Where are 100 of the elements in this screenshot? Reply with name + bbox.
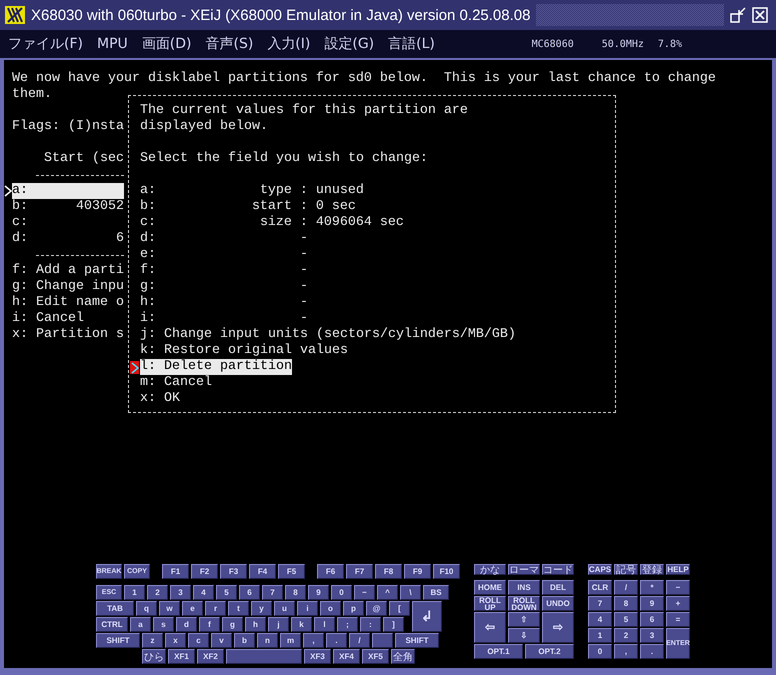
keyboard-key[interactable]: ⇨ — [542, 612, 574, 643]
keyboard-key[interactable]: OPT.1 — [474, 644, 523, 659]
partition-row[interactable]: d: 6 — [12, 231, 124, 247]
keyboard-key[interactable]: h — [245, 617, 266, 632]
keyboard-key[interactable]: . — [326, 633, 347, 648]
keyboard-key[interactable]: XF1 — [168, 649, 195, 664]
keyboard-key[interactable]: m — [280, 633, 301, 648]
field-key[interactable]: i: — [140, 311, 156, 327]
menu-option[interactable]: i: Cancel — [12, 311, 84, 327]
keyboard-key[interactable]: o — [320, 601, 341, 616]
keyboard-key[interactable]: ⇦ — [474, 612, 506, 643]
keyboard-key[interactable]: 2 — [614, 628, 638, 643]
keyboard-key[interactable]: F3 — [220, 564, 247, 579]
field-key[interactable]: g: — [140, 279, 156, 295]
partition-row[interactable]: b: 403052 — [12, 199, 124, 215]
keyboard-key[interactable]: ⇧ — [508, 612, 540, 627]
partition-row[interactable]: a: — [12, 183, 124, 199]
keyboard-key[interactable]: [ — [389, 601, 410, 616]
keyboard-key[interactable]: ] — [383, 617, 404, 632]
keyboard-key[interactable]: j — [268, 617, 289, 632]
keyboard-key[interactable]: F6 — [317, 564, 344, 579]
keyboard-key[interactable]: F2 — [191, 564, 218, 579]
keyboard-key[interactable]: F9 — [404, 564, 431, 579]
keyboard-key[interactable]: 6 — [640, 612, 664, 627]
keyboard-key[interactable]: n — [257, 633, 278, 648]
menu-option[interactable]: h: Edit name o — [12, 295, 124, 311]
menu-option[interactable]: g: Change inpu — [12, 279, 124, 295]
menu-option[interactable]: x: Partition s — [12, 327, 124, 343]
keyboard-key[interactable]: ROLL UP — [474, 596, 506, 611]
keyboard-key[interactable]: XF4 — [333, 649, 360, 664]
keyboard-key[interactable]: s — [153, 617, 174, 632]
keyboard-key[interactable]: CLR — [588, 580, 612, 595]
keyboard-key[interactable]: 8 — [614, 596, 638, 611]
keyboard-key[interactable]: 2 — [147, 585, 168, 600]
keyboard-key[interactable]: w — [159, 601, 180, 616]
keyboard-key[interactable]: XF3 — [304, 649, 331, 664]
menu-item[interactable]: 音声(S) — [205, 35, 254, 53]
keyboard-key[interactable]: v — [211, 633, 232, 648]
keyboard-key[interactable]: 登録 — [640, 564, 664, 575]
keyboard-key[interactable]: 9 — [308, 585, 329, 600]
dialog-option[interactable]: l: Delete partition — [140, 359, 292, 375]
keyboard-key[interactable]: HELP — [666, 564, 690, 575]
partition-row[interactable]: c: — [12, 215, 124, 231]
keyboard-key[interactable]: 3 — [170, 585, 191, 600]
keyboard-key[interactable]: BS — [423, 585, 449, 600]
keyboard-key[interactable]: b — [234, 633, 255, 648]
keyboard-key[interactable]: 5 — [614, 612, 638, 627]
dialog-option[interactable]: m: Cancel — [140, 375, 212, 391]
keyboard-key[interactable]: − — [666, 580, 690, 595]
keyboard-key[interactable]: 0 — [588, 644, 612, 659]
keyboard-key[interactable]: p — [343, 601, 364, 616]
keyboard-key[interactable]: DEL — [542, 580, 574, 595]
keyboard-key[interactable]: , — [614, 644, 638, 659]
keyboard-key[interactable]: . — [640, 644, 664, 659]
menu-item[interactable]: ファイル(F) — [8, 35, 83, 53]
dialog-option[interactable]: x: OK — [140, 391, 180, 407]
keyboard-key[interactable]: かな — [474, 564, 506, 575]
keyboard-key[interactable]: XF5 — [362, 649, 389, 664]
keyboard-key[interactable]: − — [354, 585, 375, 600]
keyboard-key[interactable]: OPT.2 — [525, 644, 574, 659]
keyboard-key[interactable]: t — [228, 601, 249, 616]
keyboard-key[interactable] — [226, 649, 302, 664]
keyboard-key[interactable]: CAPS — [588, 564, 612, 575]
keyboard-key[interactable]: ⇩ — [508, 628, 540, 643]
keyboard-key[interactable]: + — [666, 596, 690, 611]
keyboard-key[interactable]: a — [130, 617, 151, 632]
keyboard-key[interactable]: ^ — [377, 585, 398, 600]
keyboard-key[interactable]: g — [222, 617, 243, 632]
keyboard-key[interactable]: : — [360, 617, 381, 632]
keyboard-key[interactable]: 6 — [239, 585, 260, 600]
keyboard-key[interactable]: CTRL — [96, 617, 128, 632]
keyboard-key[interactable]: d — [176, 617, 197, 632]
keyboard-key[interactable]: HOME — [474, 580, 506, 595]
keyboard-key[interactable]: q — [136, 601, 157, 616]
keyboard-key[interactable]: u — [274, 601, 295, 616]
keyboard-key[interactable]: TAB — [96, 601, 134, 616]
field-key[interactable]: b: — [140, 199, 156, 215]
field-key[interactable]: h: — [140, 295, 156, 311]
keyboard-key[interactable]: 3 — [640, 628, 664, 643]
keyboard-key[interactable]: 5 — [216, 585, 237, 600]
menu-item[interactable]: 言語(L) — [388, 35, 435, 53]
close-icon[interactable] — [752, 7, 768, 23]
keyboard-key[interactable]: 4 — [588, 612, 612, 627]
keyboard-key[interactable]: / — [349, 633, 370, 648]
keyboard-key[interactable]: 1 — [124, 585, 145, 600]
keyboard-key[interactable]: f — [199, 617, 220, 632]
keyboard-key[interactable]: INS — [508, 580, 540, 595]
keyboard-key[interactable]: ローマ — [508, 564, 540, 575]
keyboard-key[interactable]: UNDO — [542, 596, 574, 611]
keyboard-key[interactable]: , — [303, 633, 324, 648]
keyboard-key[interactable]: 4 — [193, 585, 214, 600]
menu-item[interactable]: MPU — [96, 36, 128, 52]
keyboard-key[interactable]: * — [640, 580, 664, 595]
keyboard-key[interactable]: ; — [337, 617, 358, 632]
keyboard-key[interactable]: i — [297, 601, 318, 616]
keyboard-key[interactable]: XF2 — [197, 649, 224, 664]
keyboard-key[interactable]: y — [251, 601, 272, 616]
keyboard-key[interactable]: = — [666, 612, 690, 627]
keyboard-key[interactable]: 7 — [262, 585, 283, 600]
keyboard-key[interactable]: F10 — [433, 564, 460, 579]
